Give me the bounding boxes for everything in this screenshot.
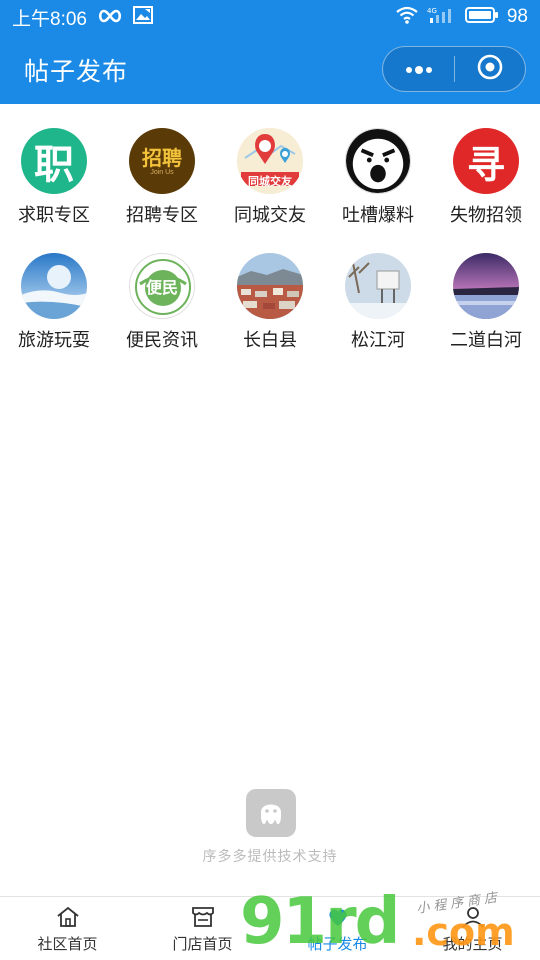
wifi-icon xyxy=(395,6,419,28)
lost-found-glyph: 寻 xyxy=(466,142,505,187)
tab-bar: 社区首页 门店首页 帖子发布 我的主页 xyxy=(0,896,540,960)
category-label: 松江河 xyxy=(351,330,405,351)
infinity-icon xyxy=(97,8,123,27)
city-friends-icon: 同城交友 xyxy=(237,128,303,194)
tab-label: 社区首页 xyxy=(37,934,98,953)
category-label: 求职专区 xyxy=(18,205,90,226)
tab-post-publish[interactable]: 帖子发布 xyxy=(270,897,405,960)
more-button[interactable] xyxy=(383,47,454,91)
tab-label: 帖子发布 xyxy=(307,934,368,953)
category-complain[interactable]: 吐槽爆料 xyxy=(324,128,432,227)
category-lost-found[interactable]: 寻 失物招领 xyxy=(432,128,540,227)
signal-4g-icon: 4G xyxy=(427,6,457,28)
category-label: 招聘专区 xyxy=(126,205,198,226)
job-seek-icon: 职 xyxy=(21,128,87,194)
recruit-icon: 招聘 Join Us xyxy=(129,128,195,194)
category-city-friends[interactable]: 同城交友 同城交友 xyxy=(216,128,324,227)
recruit-glyph: 招聘 xyxy=(142,145,182,170)
category-label: 二道白河 xyxy=(450,330,522,351)
category-label: 失物招领 xyxy=(450,205,522,226)
erdaobaihe-photo-icon xyxy=(453,253,519,319)
home-icon xyxy=(55,904,81,930)
convenience-info-icon: 便民 xyxy=(129,253,195,319)
support-text: 序多多提供技术支持 xyxy=(202,849,338,865)
more-dots-icon xyxy=(404,60,434,79)
category-erdaobaihe[interactable]: 二道白河 xyxy=(432,253,540,352)
category-label: 旅游玩耍 xyxy=(18,330,90,351)
songjianghe-photo-icon xyxy=(345,253,411,319)
tab-label: 门店首页 xyxy=(172,934,233,953)
tab-community-home[interactable]: 社区首页 xyxy=(0,897,135,960)
category-label: 同城交友 xyxy=(234,205,306,226)
status-bar: 上午8:06 4G 98 xyxy=(0,0,540,34)
mini-program-capsule xyxy=(382,46,526,92)
category-label: 便民资讯 xyxy=(126,330,198,351)
lost-found-icon: 寻 xyxy=(453,128,519,194)
post-publish-icon xyxy=(325,904,351,930)
status-time: 上午8:06 xyxy=(12,8,87,30)
page-title: 帖子发布 xyxy=(24,57,129,86)
nav-header: 帖子发布 xyxy=(0,34,540,104)
tab-label: 我的主页 xyxy=(442,934,503,953)
city-friends-glyph: 同城交友 xyxy=(248,175,292,188)
recruit-subtext: Join Us xyxy=(150,168,174,176)
battery-level: 98 xyxy=(506,6,528,27)
svg-text:4G: 4G xyxy=(427,7,437,15)
store-icon xyxy=(190,904,216,930)
octopus-logo-icon xyxy=(246,789,296,837)
user-profile-icon xyxy=(460,904,486,930)
close-target-icon xyxy=(476,53,504,85)
tab-my-profile[interactable]: 我的主页 xyxy=(405,897,540,960)
travel-photo-icon xyxy=(21,253,87,319)
category-label: 长白县 xyxy=(243,330,297,351)
job-seek-glyph: 职 xyxy=(34,142,74,188)
category-grid: 职 求职专区 招聘 Join Us 招聘专区 同城交友 同城交友 吐槽爆料 寻 … xyxy=(0,128,540,352)
changbai-county-photo-icon xyxy=(237,253,303,319)
image-notification-icon xyxy=(132,6,153,28)
category-recruit[interactable]: 招聘 Join Us 招聘专区 xyxy=(108,128,216,227)
category-label: 吐槽爆料 xyxy=(342,205,414,226)
category-changbai[interactable]: 长白县 xyxy=(216,253,324,352)
category-songjianghe[interactable]: 松江河 xyxy=(324,253,432,352)
complain-face-icon xyxy=(345,128,411,194)
convenience-glyph: 便民 xyxy=(145,278,178,297)
battery-icon xyxy=(464,6,499,28)
close-button[interactable] xyxy=(455,47,525,91)
category-job-seek[interactable]: 职 求职专区 xyxy=(0,128,108,227)
category-convenience[interactable]: 便民 便民资讯 xyxy=(108,253,216,352)
category-travel[interactable]: 旅游玩耍 xyxy=(0,253,108,352)
tab-store-home[interactable]: 门店首页 xyxy=(135,897,270,960)
